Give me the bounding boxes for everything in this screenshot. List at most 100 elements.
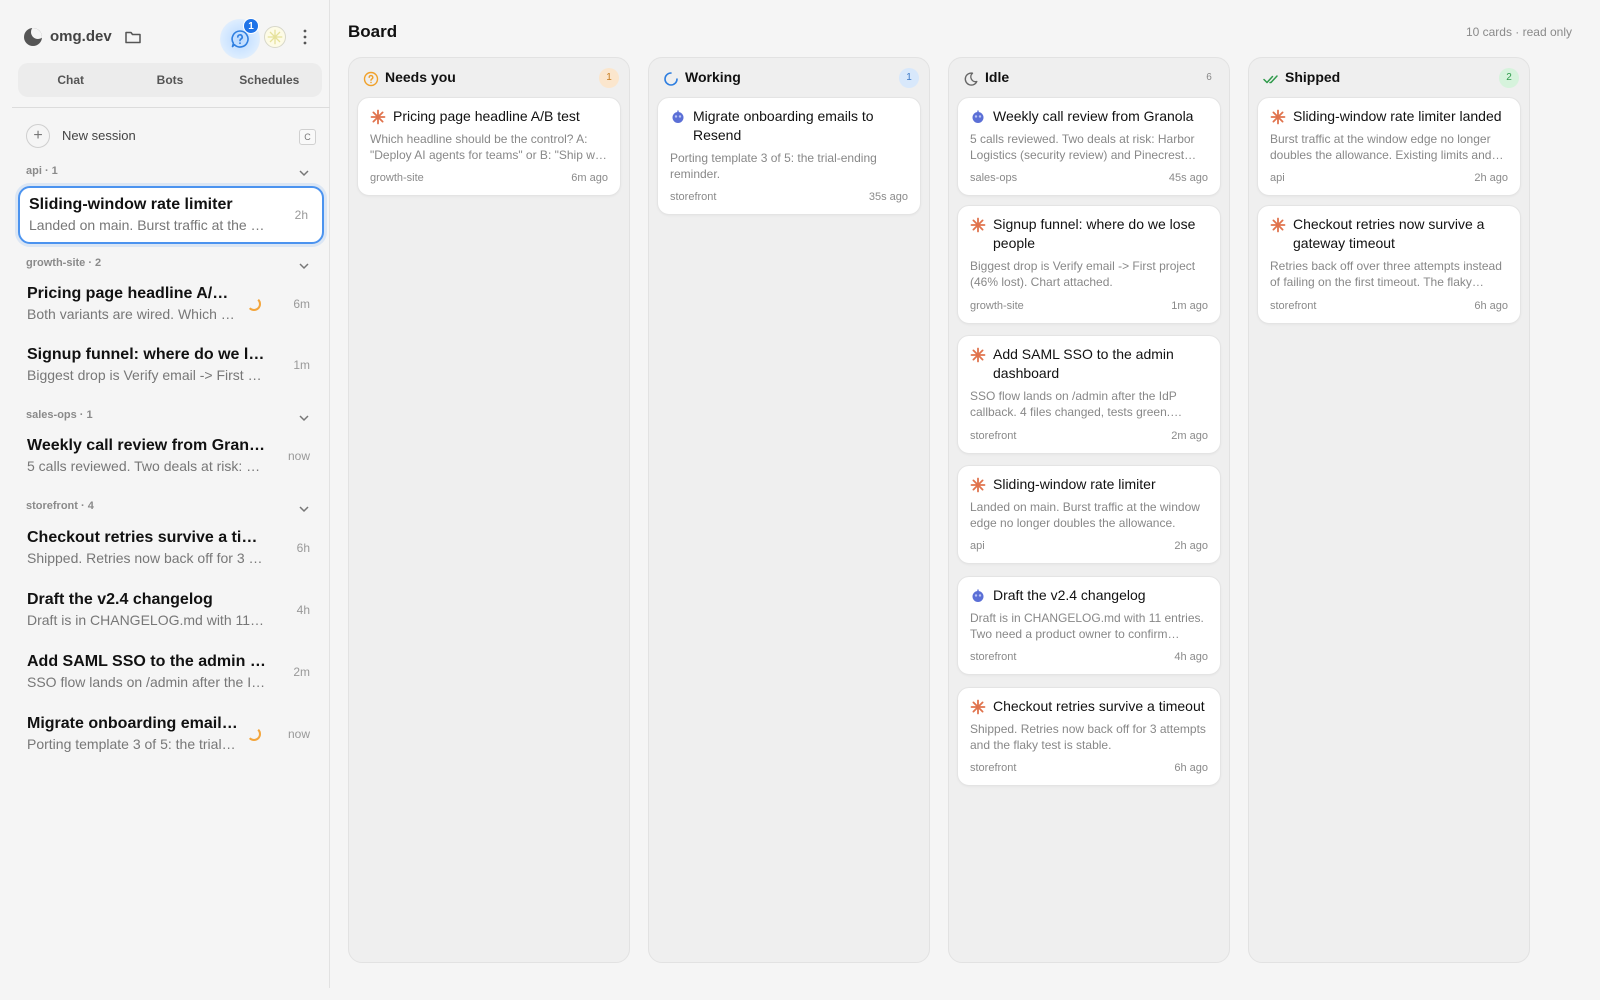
card-title: Sliding-window rate limiter landed — [1293, 108, 1502, 124]
card-time: 35s ago — [868, 191, 908, 203]
more-vertical-icon[interactable] — [302, 27, 308, 47]
board-card[interactable]: Draft the v2.4 changelog Draft is in CHA… — [957, 576, 1221, 675]
card-title: Signup funnel: where do we lose people — [993, 216, 1196, 251]
card-description: Burst traffic at the window edge no long… — [1270, 132, 1492, 162]
session-title: Migrate onboarding emails to Resend — [27, 715, 239, 732]
session-item[interactable]: Weekly call review from Granola 5 calls … — [18, 429, 324, 487]
loading-spinner-icon — [247, 297, 261, 311]
new-session-label: New session — [62, 128, 136, 143]
session-item[interactable]: Checkout retries survive a timeout Shipp… — [18, 521, 324, 579]
card-time: 1m ago — [1171, 300, 1208, 312]
board-card[interactable]: Checkout retries survive a timeout Shipp… — [957, 687, 1221, 786]
sidebar-tabs: Chat Bots Schedules — [18, 63, 322, 97]
card-description: Porting template 3 of 5: the trial-endin… — [670, 151, 877, 181]
card-time: 6h ago — [1174, 762, 1208, 774]
session-subtitle: Porting template 3 of 5: the trial-endin… — [27, 736, 239, 752]
board-card[interactable]: Checkout retries now survive a gateway t… — [1257, 205, 1521, 324]
session-time: 1m — [293, 358, 310, 372]
avatar[interactable] — [264, 26, 286, 48]
session-item[interactable]: Sliding-window rate limiter Landed on ma… — [18, 186, 324, 244]
board-card[interactable]: Migrate onboarding emails to Resend Port… — [657, 97, 921, 215]
shortcut-hint: C — [299, 129, 316, 145]
card-description: Retries back off over three attempts ins… — [1270, 259, 1502, 289]
loading-spinner-icon — [247, 727, 261, 741]
tab-chat[interactable]: Chat — [21, 63, 120, 97]
question-circle-icon — [363, 71, 379, 87]
session-item[interactable]: Migrate onboarding emails to Resend Port… — [18, 707, 324, 765]
column-header: Working 1 — [663, 68, 919, 90]
chevron-down-icon[interactable] — [298, 414, 310, 422]
card-description: Draft is in CHANGELOG.md with 11 entries… — [970, 611, 1204, 641]
sidebar-header: omg.dev 1 — [24, 18, 324, 59]
card-description: Shipped. Retries now back off for 3 atte… — [970, 722, 1206, 752]
card-project: api — [1270, 172, 1285, 184]
board-meta: 10 cards · read only — [1465, 25, 1572, 39]
session-item[interactable]: Pricing page headline A/B test Both vari… — [18, 277, 324, 335]
board-card[interactable]: Signup funnel: where do we lose people B… — [957, 205, 1221, 324]
spinner-icon — [664, 72, 678, 86]
column-title: Needs you — [385, 69, 456, 85]
card-title: Migrate onboarding emails to Resend — [693, 108, 874, 143]
column-count-badge: 1 — [899, 68, 919, 88]
card-project: sales-ops — [970, 172, 1018, 184]
session-title: Add SAML SSO to the admin dashboard — [27, 653, 267, 670]
spark-icon — [970, 347, 986, 363]
folder-icon[interactable] — [124, 28, 142, 46]
card-project: storefront — [1270, 300, 1317, 312]
session-subtitle: SSO flow lands on /admin after the IdP c… — [27, 674, 267, 690]
session-time: now — [287, 727, 310, 741]
column-header: Idle 6 — [963, 68, 1219, 90]
card-time: 6m ago — [571, 172, 608, 184]
card-title: Checkout retries now survive a gateway t… — [1293, 216, 1485, 251]
column-header: Shipped 2 — [1263, 68, 1519, 90]
card-description: 5 calls reviewed. Two deals at risk: Har… — [970, 132, 1195, 162]
session-time: 2m — [293, 665, 310, 679]
column-count-badge: 1 — [599, 68, 619, 88]
notification-badge: 1 — [243, 18, 259, 34]
bot-icon — [972, 110, 984, 123]
double-check-icon — [1263, 75, 1278, 84]
session-time: now — [287, 449, 310, 463]
session-title: Pricing page headline A/B test — [27, 285, 239, 302]
board-card[interactable]: Weekly call review from Granola 5 calls … — [957, 97, 1221, 196]
column-count-badge: 2 — [1499, 68, 1519, 88]
card-title: Weekly call review from Granola — [993, 108, 1194, 124]
board-card[interactable]: Add SAML SSO to the admin dashboard SSO … — [957, 335, 1221, 454]
card-description: Biggest drop is Verify email -> First pr… — [970, 259, 1196, 289]
card-project: api — [970, 540, 985, 552]
chevron-down-icon[interactable] — [298, 169, 310, 177]
avatar-pattern-icon — [267, 29, 283, 45]
sidebar-divider — [12, 107, 330, 108]
column-needs-you: Needs you 1 Pricing page headline A/B te… — [348, 57, 630, 963]
card-title: Draft the v2.4 changelog — [993, 587, 1146, 603]
card-project: storefront — [970, 651, 1017, 663]
tab-bots[interactable]: Bots — [120, 63, 219, 97]
session-subtitle: Biggest drop is Verify email -> First pr… — [27, 367, 267, 383]
page-title: Board — [348, 22, 398, 41]
new-session-button[interactable]: + New session C — [26, 124, 316, 148]
spark-icon — [370, 109, 386, 125]
session-item[interactable]: Draft the v2.4 changelog Draft is in CHA… — [18, 583, 324, 641]
tab-schedules[interactable]: Schedules — [220, 63, 319, 97]
column-working: Working 1 Migrate onboarding emails to R… — [648, 57, 930, 963]
chevron-down-icon[interactable] — [298, 262, 310, 270]
board-card[interactable]: Sliding-window rate limiter Landed on ma… — [957, 465, 1221, 564]
card-project: storefront — [970, 762, 1017, 774]
chevron-down-icon[interactable] — [298, 505, 310, 513]
column-header: Needs you 1 — [363, 68, 619, 90]
card-time: 2h ago — [1174, 540, 1208, 552]
session-item[interactable]: Add SAML SSO to the admin dashboard SSO … — [18, 645, 324, 703]
card-title: Add SAML SSO to the admin dashboard — [993, 346, 1174, 381]
spark-icon — [970, 699, 986, 715]
session-title: Weekly call review from Granola — [27, 437, 267, 454]
moon-icon — [964, 72, 978, 86]
column-shipped: Shipped 2 Sliding-window rate limiter la… — [1248, 57, 1530, 963]
session-item[interactable]: Signup funnel: where do we lose people B… — [18, 338, 324, 396]
column-count-badge: 6 — [1206, 72, 1212, 83]
session-title: Sliding-window rate limiter — [29, 196, 233, 213]
board-card[interactable]: Pricing page headline A/B test Which hea… — [357, 97, 621, 196]
spark-icon — [1270, 109, 1286, 125]
session-time: 4h — [296, 603, 310, 617]
session-subtitle: Both variants are wired. Which one shoul… — [27, 306, 239, 322]
board-card[interactable]: Sliding-window rate limiter landed Burst… — [1257, 97, 1521, 196]
